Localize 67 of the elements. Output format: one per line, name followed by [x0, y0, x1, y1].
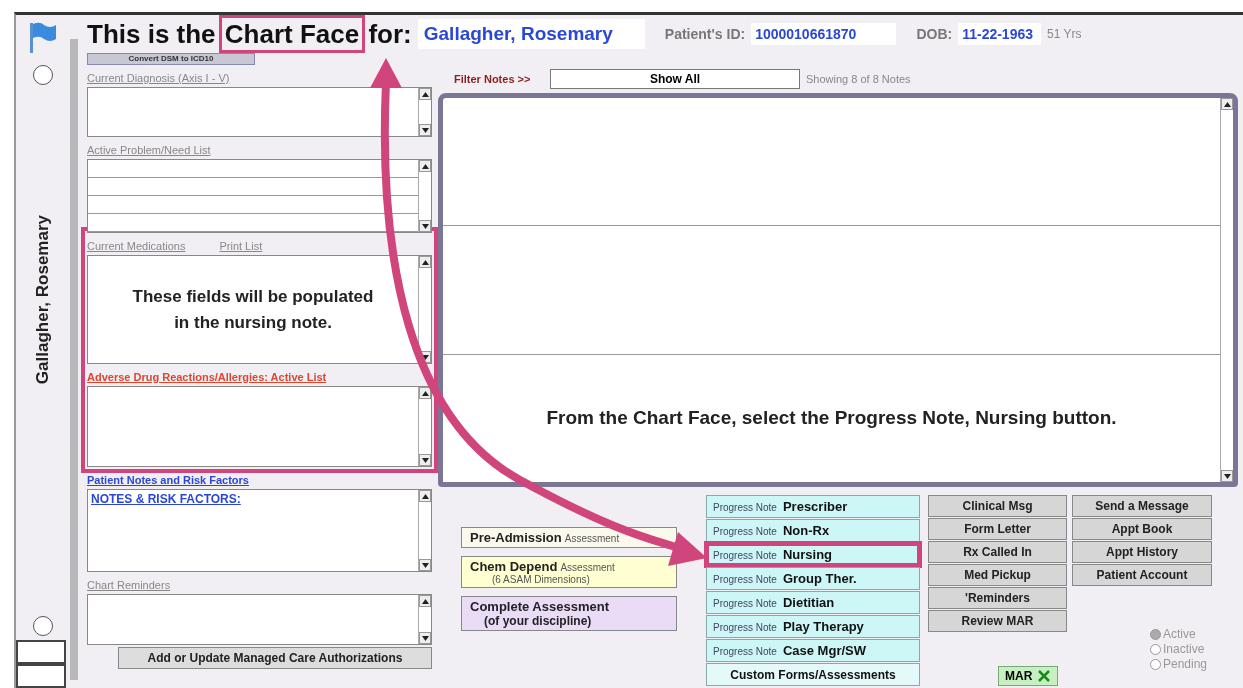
- patient-name-vertical: Gallagher, Rosemary: [33, 215, 53, 385]
- scroll-up-icon[interactable]: [421, 163, 429, 169]
- radio-circle[interactable]: [33, 616, 53, 636]
- filter-label: Filter Notes >>: [453, 73, 532, 85]
- scroll-down-icon[interactable]: [421, 457, 429, 463]
- callout-text: From the Chart Face, select the Progress Note, Nursing button.: [546, 407, 1117, 430]
- show-all-button[interactable]: Show All: [550, 69, 800, 89]
- scroll-up-icon[interactable]: [421, 259, 429, 265]
- section-label[interactable]: Patient Notes and Risk Factors: [87, 474, 249, 486]
- tool-button[interactable]: Review MAR: [928, 610, 1067, 632]
- chart-face-title: This is the Chart Face for:: [87, 18, 412, 50]
- scroll-down-icon[interactable]: [1223, 473, 1231, 479]
- radio-circle[interactable]: [33, 65, 53, 85]
- close-icon: [1037, 669, 1051, 683]
- assessment-button[interactable]: Complete Assessment (of your discipline): [461, 596, 677, 631]
- scroll-down-icon[interactable]: [421, 223, 429, 229]
- section-label: Chart Reminders: [87, 579, 171, 591]
- progress-note-button[interactable]: Progress Note Nursing: [706, 543, 920, 566]
- scroll-up-icon[interactable]: [421, 390, 429, 396]
- account-button[interactable]: Send a Message: [1072, 495, 1212, 517]
- small-box: [16, 640, 66, 664]
- text-area[interactable]: These fields will be populated in the nursing note.: [87, 255, 432, 364]
- section-label: Current Medications: [87, 240, 186, 252]
- notes-heading: NOTES & RISK FACTORS:: [91, 492, 241, 506]
- section-label: Current Diagnosis (Axis I - V): [87, 72, 230, 84]
- progress-note-button[interactable]: Progress Note Prescriber: [706, 495, 920, 518]
- scroll-down-icon[interactable]: [421, 562, 429, 568]
- scroll-up-icon[interactable]: [421, 91, 429, 97]
- age-text: 51 Yrs: [1047, 27, 1082, 41]
- convert-button[interactable]: Convert DSM to ICD10: [87, 53, 255, 65]
- flag-icon[interactable]: [28, 21, 58, 53]
- section-label: Adverse Drug Reactions/Allergies: Active List: [87, 371, 327, 383]
- problem-list[interactable]: [87, 159, 432, 233]
- patient-id: 1000010661870: [751, 23, 897, 45]
- text-area[interactable]: NOTES & RISK FACTORS:: [87, 489, 432, 572]
- tool-button[interactable]: Med Pickup: [928, 564, 1067, 586]
- account-button[interactable]: Appt Book: [1072, 518, 1212, 540]
- tool-button[interactable]: Form Letter: [928, 518, 1067, 540]
- dob-label: DOB:: [916, 26, 953, 42]
- section-label: Active Problem/Need List: [87, 144, 211, 156]
- assessment-button[interactable]: Chem Depend Assessment (6 ASAM Dimensions): [461, 556, 677, 588]
- dob-value: 11-22-1963: [958, 23, 1041, 45]
- tool-button[interactable]: Rx Called In: [928, 541, 1067, 563]
- mar-button[interactable]: MAR: [998, 666, 1058, 686]
- annotation-text: These fields will be populated in the nursing note.: [131, 285, 375, 334]
- progress-note-button[interactable]: Progress Note Play Therapy: [706, 615, 920, 638]
- account-button[interactable]: Patient Account: [1072, 564, 1212, 586]
- patient-name: Gallagher, Rosemary: [417, 19, 645, 49]
- scroll-up-icon[interactable]: [421, 493, 429, 499]
- small-box: [16, 664, 66, 688]
- notes-count: Showing 8 of 8 Notes: [806, 73, 911, 85]
- scroll-down-icon[interactable]: [421, 635, 429, 641]
- authorizations-button[interactable]: Add or Update Managed Care Authorizations: [118, 647, 432, 669]
- progress-note-button[interactable]: Progress Note Non-Rx: [706, 519, 920, 542]
- tool-button[interactable]: 'Reminders: [928, 587, 1067, 609]
- scroll-down-icon[interactable]: [421, 354, 429, 360]
- progress-note-button[interactable]: Progress Note Dietitian: [706, 591, 920, 614]
- scroll-up-icon[interactable]: [421, 598, 429, 604]
- id-label: Patient's ID:: [664, 26, 746, 42]
- tool-button[interactable]: Clinical Msg: [928, 495, 1067, 517]
- progress-note-button[interactable]: Progress Note Case Mgr/SW: [706, 639, 920, 662]
- account-button[interactable]: Appt History: [1072, 541, 1212, 563]
- scroll-up-icon[interactable]: [1223, 101, 1231, 107]
- scroll-down-icon[interactable]: [421, 127, 429, 133]
- progress-note-button[interactable]: Progress Note Group Ther.: [706, 567, 920, 590]
- custom-forms-button[interactable]: Custom Forms/Assessments: [706, 663, 920, 686]
- text-area[interactable]: [87, 87, 432, 137]
